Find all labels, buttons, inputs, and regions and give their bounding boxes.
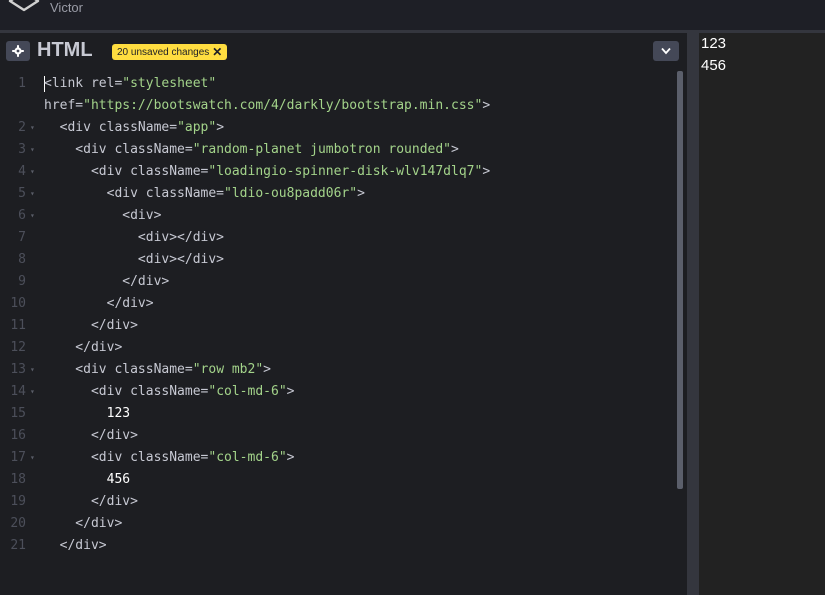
editor-collapse-button[interactable]: [653, 41, 679, 61]
code-line[interactable]: 19 </div>: [0, 491, 675, 513]
code-text: <div className="col-md-6">: [44, 384, 295, 399]
code-text: </div>: [44, 340, 123, 355]
code-text: <div className="loadingio-spinner-disk-w…: [44, 164, 491, 179]
code-line[interactable]: 6 ▾ <div>: [0, 205, 675, 227]
fold-toggle-icon[interactable]: ▾: [30, 359, 35, 381]
editor-settings-button[interactable]: [6, 41, 30, 61]
code-line[interactable]: 18 456: [0, 469, 675, 491]
line-number: 5: [18, 186, 26, 201]
panel-resize-handle[interactable]: [687, 33, 699, 595]
code-line[interactable]: 10 </div>: [0, 293, 675, 315]
code-text: 456: [106, 472, 131, 487]
html-editor-panel: HTML 20 unsaved changes ✕ 1 <link rel="st…: [0, 33, 687, 595]
unsaved-changes-label: 20 unsaved changes: [117, 46, 210, 58]
code-line[interactable]: 16 </div>: [0, 425, 675, 447]
code-line[interactable]: 7 <div></div>: [0, 227, 675, 249]
line-number: 18: [10, 472, 26, 487]
fold-toggle-icon[interactable]: ▾: [30, 161, 35, 183]
code-line[interactable]: href="https://bootswatch.com/4/darkly/bo…: [0, 95, 675, 117]
line-number: 10: [10, 296, 26, 311]
code-text: </div>: [44, 516, 123, 531]
code-line[interactable]: 3 ▾ <div className="random-planet jumbotr…: [0, 139, 675, 161]
code-line[interactable]: 4 ▾ <div className="loadingio-spinner-dis…: [0, 161, 675, 183]
code-line[interactable]: 14 ▾ <div className="col-md-6">: [0, 381, 675, 403]
close-icon[interactable]: ✕: [212, 46, 222, 58]
code-text: </div>: [44, 274, 170, 289]
line-number: 2: [18, 120, 26, 135]
code-text: <div className="random-planet jumbotron …: [44, 142, 459, 157]
line-number: 17: [10, 450, 26, 465]
code-text: href="https://bootswatch.com/4/darkly/bo…: [44, 98, 491, 113]
line-number: 16: [10, 428, 26, 443]
code-line[interactable]: 11 </div>: [0, 315, 675, 337]
line-number: 12: [10, 340, 26, 355]
fold-toggle-icon[interactable]: ▾: [30, 381, 35, 403]
editor-title: HTML: [37, 39, 93, 61]
fold-toggle-icon[interactable]: ▾: [30, 117, 35, 139]
preview-panel: 123 456: [699, 33, 825, 595]
code-text: </div>: [44, 494, 138, 509]
code-text: </div>: [44, 538, 107, 553]
code-text: <div className="row mb2">: [44, 362, 271, 377]
line-number: 21: [10, 538, 26, 553]
code-line[interactable]: 12 </div>: [0, 337, 675, 359]
code-text: </div>: [44, 318, 138, 333]
fold-toggle-icon[interactable]: ▾: [30, 139, 35, 161]
line-number: 19: [10, 494, 26, 509]
gear-icon: [12, 45, 24, 57]
code-line[interactable]: 20 </div>: [0, 513, 675, 535]
line-number: 9: [18, 274, 26, 289]
code-line[interactable]: 2 ▾ <div className="app">: [0, 117, 675, 139]
text-cursor: [44, 75, 45, 92]
line-number: 4: [18, 164, 26, 179]
code-line[interactable]: 5 ▾ <div className="ldio-ou8padd06r">: [0, 183, 675, 205]
line-number: 6: [18, 208, 26, 223]
fold-toggle-icon[interactable]: ▾: [30, 183, 35, 205]
line-number: 13: [10, 362, 26, 377]
code-line[interactable]: 9 </div>: [0, 271, 675, 293]
fold-toggle-icon[interactable]: ▾: [30, 447, 35, 469]
user-name[interactable]: Victor: [50, 0, 83, 15]
line-number: 14: [10, 384, 26, 399]
code-line[interactable]: 1 <link rel="stylesheet": [0, 73, 675, 95]
unsaved-changes-badge[interactable]: 20 unsaved changes ✕: [112, 44, 228, 60]
code-text: <div className="app">: [44, 120, 225, 135]
line-number: 7: [18, 230, 26, 245]
editor-header: HTML 20 unsaved changes ✕: [0, 33, 687, 69]
line-number: 8: [18, 252, 26, 267]
code-line[interactable]: 13 ▾ <div className="row mb2">: [0, 359, 675, 381]
line-number: 1: [18, 76, 26, 91]
codepen-logo-icon[interactable]: [6, 0, 42, 16]
code-line[interactable]: 8 <div></div>: [0, 249, 675, 271]
code-text: <div></div>: [44, 252, 225, 267]
preview-value: 456: [701, 57, 727, 74]
code-line[interactable]: 15 123: [0, 403, 675, 425]
code-text: <link rel="stylesheet": [44, 75, 217, 92]
line-number: 15: [10, 406, 26, 421]
code-text: </div>: [44, 296, 154, 311]
code-text: <div>: [44, 208, 162, 223]
code-line[interactable]: 17 ▾ <div className="col-md-6">: [0, 447, 675, 469]
top-bar: Victor: [0, 0, 825, 30]
code-text: 123: [106, 406, 131, 421]
chevron-down-icon: [661, 47, 671, 55]
code-text: <div className="col-md-6">: [44, 450, 295, 465]
editor-scrollbar-thumb[interactable]: [677, 71, 683, 489]
line-number: 3: [18, 142, 26, 157]
code-editor[interactable]: 1 <link rel="stylesheet" href="https://boo…: [0, 69, 687, 595]
preview-value: 123: [701, 35, 727, 52]
line-number: 20: [10, 516, 26, 531]
line-number: 11: [10, 318, 26, 333]
code-text: <div className="ldio-ou8padd06r">: [44, 186, 365, 201]
fold-toggle-icon[interactable]: ▾: [30, 205, 35, 227]
code-text: <div></div>: [44, 230, 225, 245]
code-line[interactable]: 21 </div>: [0, 535, 675, 557]
code-text: </div>: [44, 428, 138, 443]
